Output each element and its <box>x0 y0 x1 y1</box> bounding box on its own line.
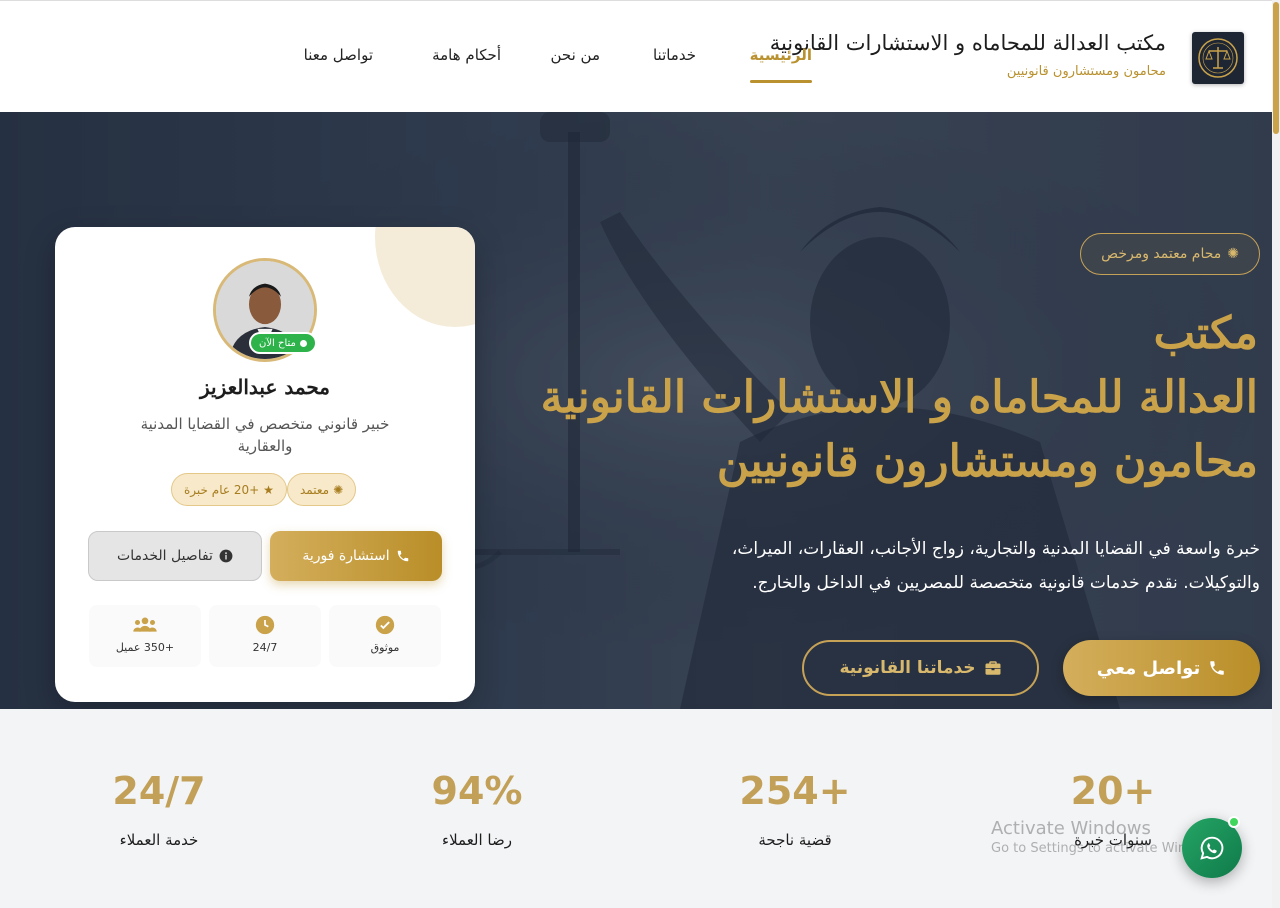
stat-experience-value: +20 <box>1070 769 1156 813</box>
online-status-label: متاح الآن <box>259 337 296 349</box>
nav-contact[interactable]: تواصل معنا <box>304 46 373 64</box>
lawyer-name: محمد عبدالعزيز <box>199 375 331 399</box>
feature-trusted: موثوق <box>329 605 441 667</box>
firm-logo[interactable] <box>1192 32 1244 84</box>
lawyer-profile-card: متاح الآن محمد عبدالعزيز خبير قانوني متخ… <box>55 227 475 702</box>
info-icon <box>219 549 233 563</box>
lawyer-role: خبير قانوني متخصص في القضايا المدنية وال… <box>140 415 390 455</box>
nav-about[interactable]: من نحن <box>551 46 601 64</box>
check-circle-icon <box>375 615 395 635</box>
online-dot-icon <box>299 339 307 347</box>
stat-cases-label: قضية ناجحة <box>758 831 832 849</box>
brand-subtitle: محامون ومستشارون قانونيين <box>1006 64 1166 79</box>
hero-title-line-3: محامون ومستشارون قانونيين <box>716 436 1258 487</box>
feature-trusted-label: موثوق <box>370 641 400 654</box>
brand-title: مكتب العدالة للمحاماه و الاستشارات القان… <box>769 31 1166 55</box>
stat-support-label: خدمة العملاء <box>119 831 199 849</box>
stat-cases: +254 قضية ناجحة <box>695 769 895 849</box>
stat-cases-value: +254 <box>739 769 851 813</box>
instant-consultation-label: استشارة فورية <box>302 548 390 564</box>
legal-services-button[interactable]: خدماتنا القانونية <box>802 640 1039 696</box>
seal-icon: ✺ <box>333 482 344 497</box>
whatsapp-icon <box>1200 836 1224 860</box>
certified-chip: ✺ معتمد <box>287 473 357 506</box>
feature-availability: 24/7 <box>209 605 321 667</box>
scrollbar-thumb[interactable] <box>1273 2 1279 134</box>
clock-icon <box>255 615 275 635</box>
certified-chip-label: معتمد <box>300 482 330 497</box>
experience-chip-label: +20 عام خبرة <box>184 482 260 497</box>
licensed-badge-label: محام معتمد ومرخص <box>1101 246 1222 262</box>
nav-active-indicator <box>749 80 812 83</box>
contact-me-label: تواصل معي <box>1096 657 1201 679</box>
hero-title: مكتب العدالة للمحاماه و الاستشارات القان… <box>538 302 1258 494</box>
feature-clients: +350 عميل <box>89 605 201 667</box>
hero-title-line-2: العدالة للمحاماه و الاستشارات القانونية <box>540 372 1258 423</box>
card-decoration <box>375 227 475 327</box>
experience-chip: ★ +20 عام خبرة <box>171 473 287 506</box>
nav-home-label: الرئيسية <box>749 46 812 64</box>
online-status-badge: متاح الآن <box>249 332 317 354</box>
instant-consultation-button[interactable]: استشارة فورية <box>270 531 442 581</box>
briefcase-icon <box>985 661 1001 675</box>
feature-availability-label: 24/7 <box>252 641 278 654</box>
stats-section: +20 سنوات خبرة +254 قضية ناجحة 94% رضا ا… <box>0 709 1272 908</box>
phone-icon <box>397 550 408 562</box>
stat-satisfaction: 94% رضا العملاء <box>377 769 577 849</box>
licensed-badge: ✺ محام معتمد ومرخص <box>1080 233 1260 275</box>
users-icon <box>133 617 157 632</box>
star-icon: ★ <box>263 482 274 497</box>
scales-logo-icon <box>1198 38 1238 78</box>
stat-satisfaction-label: رضا العملاء <box>442 831 512 849</box>
stat-support: 24/7 خدمة العملاء <box>59 769 259 849</box>
notification-dot <box>1228 816 1240 828</box>
hero-description: خبرة واسعة في القضايا المدنية والتجارية،… <box>731 539 1260 593</box>
site-header: مكتب العدالة للمحاماه و الاستشارات القان… <box>0 0 1272 112</box>
legal-services-label: خدماتنا القانونية <box>839 658 976 678</box>
hero-title-line-1: مكتب <box>1153 308 1258 359</box>
page-scrollbar[interactable] <box>1272 0 1280 908</box>
feature-clients-label: +350 عميل <box>115 641 175 654</box>
stat-support-value: 24/7 <box>112 769 206 813</box>
nav-judgments[interactable]: أحكام هامة <box>432 46 501 64</box>
phone-icon <box>1210 661 1224 675</box>
service-details-label: تفاصيل الخدمات <box>117 548 213 564</box>
contact-me-button[interactable]: تواصل معي <box>1063 640 1260 696</box>
nav-home[interactable]: الرئيسية <box>749 46 812 83</box>
badge-seal-icon: ✺ <box>1227 246 1239 262</box>
whatsapp-button[interactable] <box>1182 816 1242 878</box>
stat-satisfaction-value: 94% <box>431 769 523 813</box>
service-details-button[interactable]: تفاصيل الخدمات <box>88 531 262 581</box>
nav-services[interactable]: خدماتنا <box>653 46 696 64</box>
